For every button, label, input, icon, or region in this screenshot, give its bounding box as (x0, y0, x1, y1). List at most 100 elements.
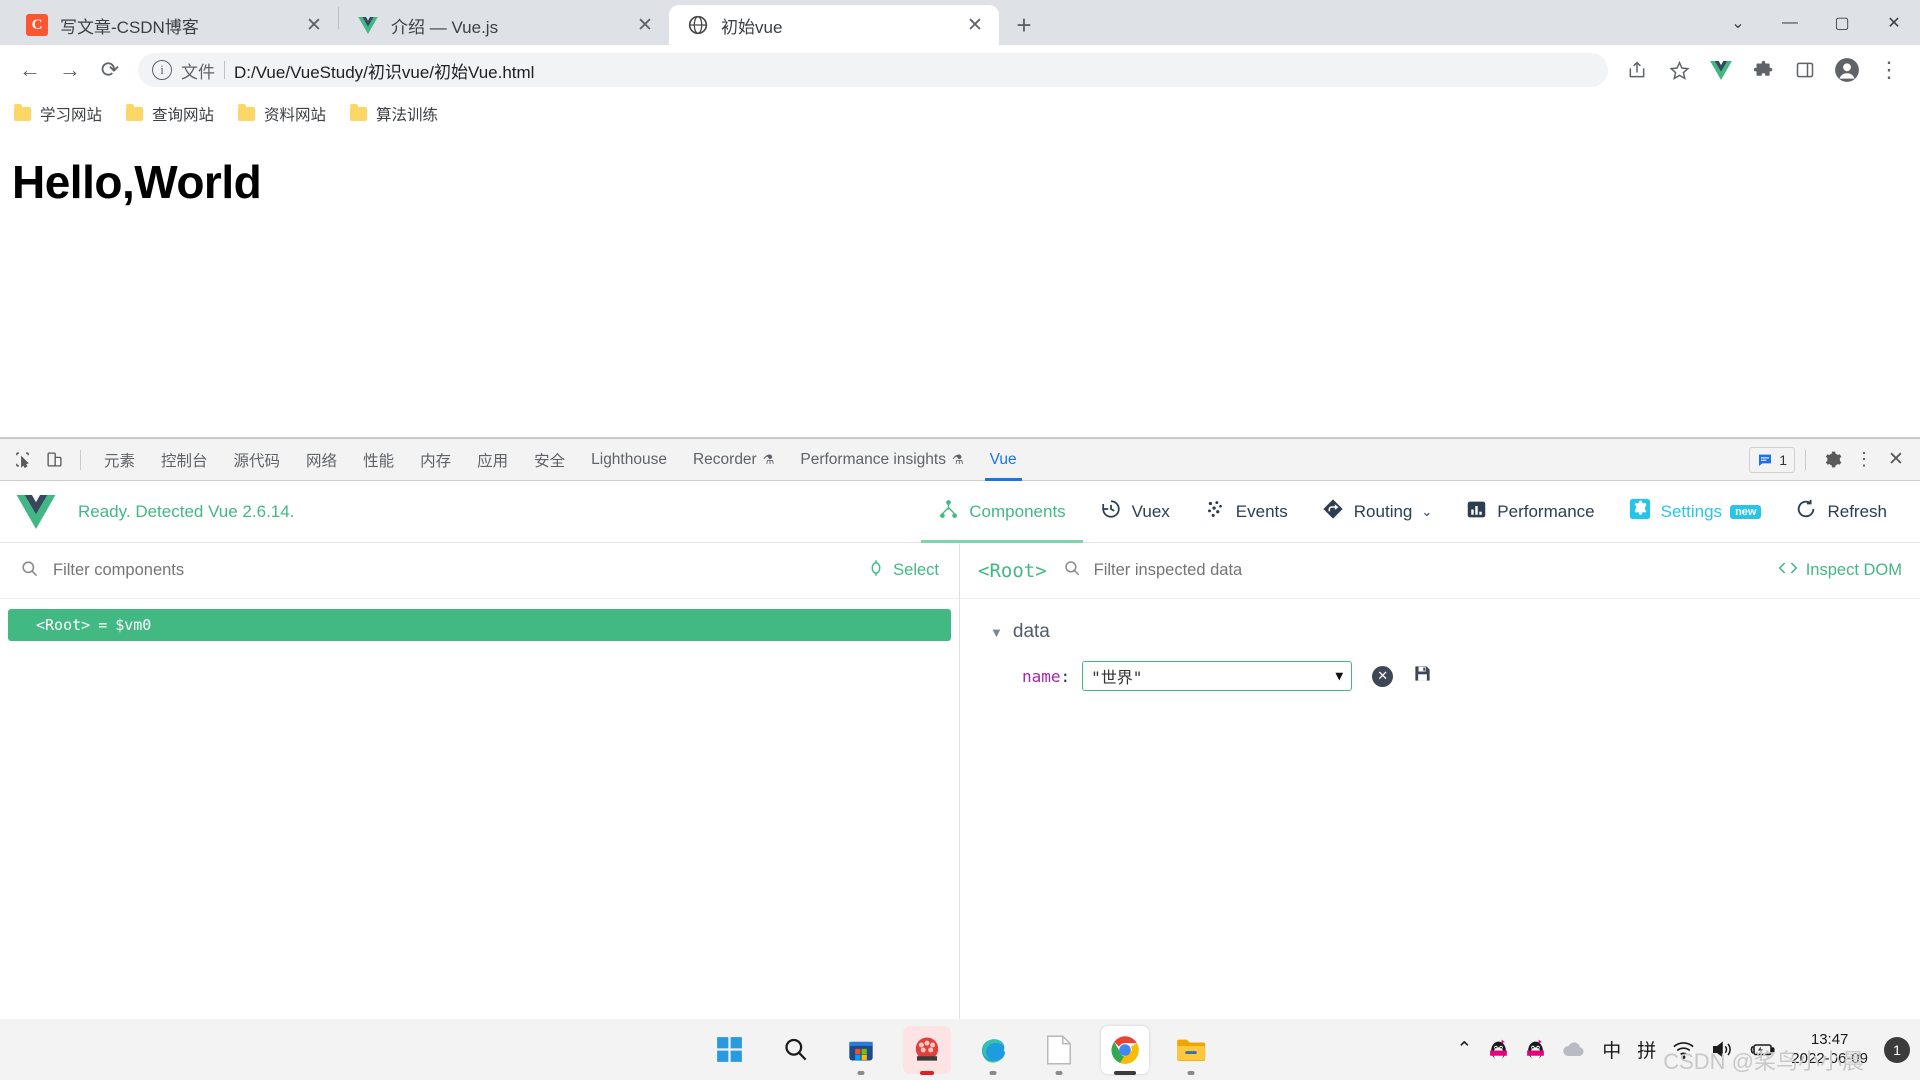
select-component-button[interactable]: Select (867, 559, 939, 582)
vue-nav-performance[interactable]: Performance (1449, 481, 1611, 543)
ime-mode-indicator[interactable]: 中 (1602, 1036, 1621, 1063)
new-tab-button[interactable]: + (1007, 8, 1041, 42)
tab-search-chevron-icon[interactable]: ⌄ (1712, 0, 1764, 45)
devtools-tab-vue[interactable]: Vue (977, 439, 1030, 481)
minimize-button[interactable]: — (1764, 0, 1816, 45)
chevron-down-icon[interactable]: ⌄ (1421, 504, 1432, 520)
battery-charging-icon[interactable] (1749, 1041, 1775, 1058)
devtools-tab-security[interactable]: 安全 (521, 439, 578, 481)
tab-label: 元素 (104, 452, 136, 470)
back-icon[interactable]: ← (10, 50, 50, 90)
maximize-button[interactable]: ▢ (1816, 0, 1868, 45)
tab-close-icon[interactable]: ✕ (963, 13, 987, 37)
devtools-panel: 元素 控制台 源代码 网络 性能 内存 应用 安全 Lighthouse Rec… (0, 438, 1920, 1019)
star-icon[interactable] (1658, 50, 1700, 90)
devtools-tab-elements[interactable]: 元素 (91, 439, 148, 481)
vue-nav-vuex[interactable]: Vuex (1083, 481, 1187, 543)
vue-status-text: Ready. Detected Vue 2.6.14. (78, 501, 295, 521)
bookmark-item[interactable]: 查询网站 (126, 103, 214, 125)
bookmark-item[interactable]: 资料网站 (238, 103, 326, 125)
profile-icon[interactable] (1826, 50, 1868, 90)
issues-badge[interactable]: 1 (1749, 446, 1795, 473)
data-group-header[interactable]: ▼ data (960, 621, 1920, 643)
component-tag: <Root> (36, 616, 91, 634)
bookmark-item[interactable]: 算法训练 (350, 103, 438, 125)
triangle-down-icon[interactable]: ▼ (990, 625, 1003, 640)
bookmark-label: 算法训练 (376, 107, 439, 124)
devtools-tab-console[interactable]: 控制台 (148, 439, 221, 481)
tab-label: 安全 (534, 452, 566, 470)
site-info-icon[interactable]: i (152, 60, 172, 80)
browser-menu-icon[interactable]: ⋮ (1868, 50, 1910, 90)
file-explorer-icon[interactable] (1167, 1026, 1215, 1075)
qq-penguin-icon[interactable] (1488, 1038, 1509, 1061)
devtools-tab-performance-insights[interactable]: Performance insights ⚗ (787, 439, 976, 481)
component-tree-row-root[interactable]: <Root> = $vm0 (8, 609, 951, 641)
inspect-dom-label: Inspect DOM (1805, 561, 1902, 579)
inspect-dom-button[interactable]: Inspect DOM (1778, 560, 1902, 581)
google-chrome-icon[interactable] (1101, 1025, 1149, 1075)
browser-tab-3-active[interactable]: 初始vue ✕ (669, 5, 999, 45)
devtools-more-icon[interactable]: ⋮ (1848, 445, 1880, 475)
sidepanel-icon[interactable] (1784, 50, 1826, 90)
browser-tab-1[interactable]: C 写文章-CSDN博客 ✕ (8, 5, 338, 45)
filter-components-input[interactable] (53, 561, 868, 580)
devtools-tab-application[interactable]: 应用 (464, 439, 521, 481)
inspector-breadcrumb[interactable]: <Root> (978, 560, 1047, 582)
tray-chevron-icon[interactable]: ⌃ (1456, 1038, 1472, 1061)
taskbar-clock[interactable]: 13:47 2022-06-09 (1791, 1031, 1868, 1069)
toolbar-divider (80, 449, 81, 470)
browser-tab-2[interactable]: 介绍 — Vue.js ✕ (339, 5, 669, 45)
performance-bars-icon (1466, 499, 1487, 525)
start-windows-icon[interactable] (705, 1026, 753, 1074)
wifi-icon[interactable] (1672, 1041, 1695, 1059)
address-bar[interactable]: i 文件 D:/Vue/VueStudy/初识vue/初始Vue.html (138, 53, 1608, 87)
clock-date: 2022-06-09 (1791, 1049, 1868, 1067)
cancel-edit-button[interactable]: ✕ (1372, 665, 1394, 687)
field-value-input[interactable]: "世界" ▼ (1082, 661, 1353, 691)
gear-icon[interactable] (1816, 445, 1848, 475)
vue-nav-routing[interactable]: Routing ⌄ (1305, 481, 1450, 543)
puzzle-icon[interactable] (1742, 50, 1784, 90)
running-indicator (1187, 1070, 1195, 1075)
vue-extension-icon[interactable] (1700, 50, 1742, 90)
cloud-icon[interactable] (1562, 1041, 1586, 1058)
navigation-bar: ← → ⟳ i 文件 D:/Vue/VueStudy/初识vue/初始Vue.h… (0, 45, 1920, 95)
devtools-close-icon[interactable]: ✕ (1880, 445, 1912, 475)
app-pink-icon[interactable] (903, 1025, 951, 1075)
vue-nav-settings[interactable]: Settings new (1612, 481, 1779, 543)
bookmark-item[interactable]: 学习网站 (14, 103, 102, 125)
volume-icon[interactable] (1711, 1040, 1733, 1059)
inspect-element-icon[interactable] (6, 445, 38, 475)
devtools-tab-sources[interactable]: 源代码 (221, 439, 294, 481)
forward-icon[interactable]: → (50, 50, 90, 90)
devtools-tab-lighthouse[interactable]: Lighthouse (578, 439, 680, 481)
microsoft-edge-icon[interactable] (969, 1026, 1017, 1075)
vue-nav-events[interactable]: Events (1187, 481, 1305, 543)
microsoft-store-icon[interactable] (837, 1026, 885, 1075)
reload-icon[interactable]: ⟳ (90, 50, 130, 90)
tab-close-icon[interactable]: ✕ (302, 13, 326, 37)
field-key: name (1022, 666, 1061, 686)
taskbar-search-icon[interactable] (771, 1026, 819, 1074)
qq-penguin-icon[interactable] (1525, 1038, 1546, 1061)
dropdown-caret-icon[interactable]: ▼ (1335, 669, 1343, 684)
close-window-button[interactable]: ✕ (1868, 0, 1920, 45)
vue-nav-components[interactable]: Components (921, 481, 1084, 543)
data-group-name: data (1012, 621, 1050, 642)
refresh-icon (1795, 498, 1817, 525)
tab-close-icon[interactable]: ✕ (633, 13, 657, 37)
devtools-tab-recorder[interactable]: Recorder ⚗ (680, 439, 787, 481)
share-icon[interactable] (1616, 50, 1658, 90)
devtools-tab-memory[interactable]: 内存 (407, 439, 464, 481)
folder-icon (126, 104, 144, 121)
text-document-icon[interactable] (1035, 1026, 1083, 1075)
device-toolbar-icon[interactable] (38, 445, 70, 475)
filter-inspected-data-input[interactable] (1093, 561, 1778, 580)
vue-nav-refresh[interactable]: Refresh (1778, 481, 1904, 543)
devtools-tab-network[interactable]: 网络 (293, 439, 350, 481)
save-edit-button[interactable] (1413, 664, 1432, 688)
notification-count-badge[interactable]: 1 (1884, 1036, 1910, 1063)
devtools-tab-performance[interactable]: 性能 (350, 439, 407, 481)
ime-pinyin-indicator[interactable]: 拼 (1637, 1036, 1656, 1063)
